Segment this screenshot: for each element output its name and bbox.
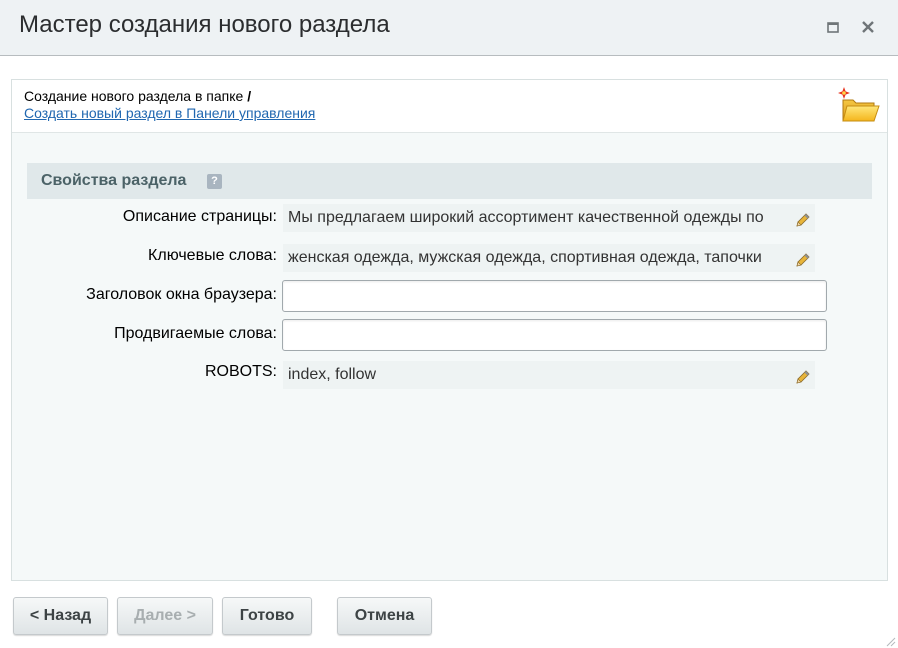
wizard-dialog: Мастер создания нового раздела Создание …: [0, 0, 898, 648]
robots-value: index, follow: [288, 366, 377, 383]
help-icon[interactable]: ?: [207, 174, 222, 189]
page-description-value: Мы предлагаем широкий ассортимент качест…: [288, 209, 764, 226]
dialog-title: Мастер создания нового раздела: [19, 11, 390, 38]
next-button: Далее >: [117, 597, 213, 635]
robots-field[interactable]: index, follow: [283, 361, 815, 389]
pencil-edit-icon[interactable]: [795, 210, 811, 227]
create-in-folder-text: Создание нового раздела в папке: [24, 88, 244, 104]
maximize-icon[interactable]: [824, 18, 842, 36]
content-panel: Создание нового раздела в папке / Создат…: [11, 79, 888, 581]
title-bar: Мастер создания нового раздела: [0, 0, 898, 56]
close-icon[interactable]: [859, 18, 877, 36]
back-button[interactable]: < Назад: [13, 597, 108, 635]
info-strip: Создание нового раздела в папке / Создат…: [12, 80, 887, 133]
browser-title-input[interactable]: [282, 280, 827, 312]
promoted-words-label: Продвигаемые слова:: [114, 325, 277, 342]
resize-grip-icon[interactable]: [884, 634, 896, 647]
browser-title-label: Заголовок окна браузера:: [86, 286, 277, 303]
keywords-value: женская одежда, мужская одежда, спортивн…: [288, 249, 762, 266]
cancel-button[interactable]: Отмена: [337, 597, 432, 635]
promoted-words-input[interactable]: [282, 319, 827, 351]
robots-label: ROBOTS:: [204, 363, 277, 380]
pencil-edit-icon[interactable]: [795, 367, 811, 384]
section-title: Свойства раздела: [41, 172, 187, 189]
folder-path: /: [247, 88, 252, 104]
pencil-edit-icon[interactable]: [795, 250, 811, 267]
page-description-field[interactable]: Мы предлагаем широкий ассортимент качест…: [283, 204, 815, 232]
done-button[interactable]: Готово: [222, 597, 312, 635]
folder-new-icon: [838, 86, 880, 126]
keywords-field[interactable]: женская одежда, мужская одежда, спортивн…: [283, 244, 815, 272]
create-in-folder-line: Создание нового раздела в папке /: [24, 88, 251, 104]
page-description-label: Описание страницы:: [122, 208, 277, 225]
keywords-label: Ключевые слова:: [148, 247, 277, 264]
control-panel-link[interactable]: Создать новый раздел в Панели управления: [24, 105, 315, 121]
section-header: Свойства раздела ?: [27, 163, 872, 199]
